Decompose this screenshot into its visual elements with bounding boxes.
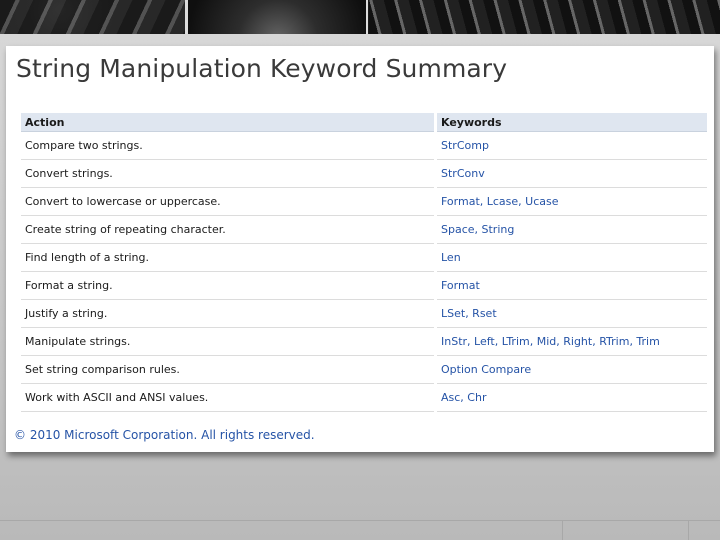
keyword-link[interactable]: Len <box>437 244 707 272</box>
footer-tick <box>562 520 563 540</box>
table-row: Format a string. Format <box>21 272 707 300</box>
keyword-link[interactable]: Format, Lcase, Ucase <box>437 188 707 216</box>
action-cell: Work with ASCII and ANSI values. <box>21 384 434 412</box>
table-row: Justify a string. LSet, Rset <box>21 300 707 328</box>
table-row: Set string comparison rules. Option Comp… <box>21 356 707 384</box>
table-row: Convert to lowercase or uppercase. Forma… <box>21 188 707 216</box>
copyright-link[interactable]: © 2010 Microsoft Corporation. All rights… <box>14 428 315 442</box>
banner-segment-1 <box>0 0 185 34</box>
banner-segment-2 <box>188 0 366 34</box>
table-header-row: Action Keywords <box>21 113 707 132</box>
keyword-link[interactable]: InStr, Left, LTrim, Mid, Right, RTrim, T… <box>437 328 707 356</box>
action-cell: Set string comparison rules. <box>21 356 434 384</box>
keyword-link[interactable]: StrConv <box>437 160 707 188</box>
footer-tick <box>688 520 689 540</box>
action-cell: Justify a string. <box>21 300 434 328</box>
keyword-link[interactable]: Option Compare <box>437 356 707 384</box>
keyword-summary-table: Action Keywords Compare two strings. Str… <box>18 113 710 412</box>
table-row: Create string of repeating character. Sp… <box>21 216 707 244</box>
action-cell: Find length of a string. <box>21 244 434 272</box>
header-banner-image <box>0 0 720 34</box>
table-row: Manipulate strings. InStr, Left, LTrim, … <box>21 328 707 356</box>
action-cell: Format a string. <box>21 272 434 300</box>
keyword-link[interactable]: Space, String <box>437 216 707 244</box>
page-title: String Manipulation Keyword Summary <box>16 54 508 83</box>
action-cell: Create string of repeating character. <box>21 216 434 244</box>
table-row: Compare two strings. StrComp <box>21 132 707 160</box>
table-row: Find length of a string. Len <box>21 244 707 272</box>
keyword-link[interactable]: StrComp <box>437 132 707 160</box>
action-cell: Convert strings. <box>21 160 434 188</box>
keyword-link[interactable]: Asc, Chr <box>437 384 707 412</box>
banner-segment-3 <box>368 0 720 34</box>
action-cell: Manipulate strings. <box>21 328 434 356</box>
action-cell: Compare two strings. <box>21 132 434 160</box>
column-header-keywords: Keywords <box>437 113 707 132</box>
footer-divider <box>0 520 720 521</box>
action-cell: Convert to lowercase or uppercase. <box>21 188 434 216</box>
screenshot-card: String Manipulation Keyword Summary Acti… <box>6 46 714 452</box>
keyword-link[interactable]: Format <box>437 272 707 300</box>
table-row: Work with ASCII and ANSI values. Asc, Ch… <box>21 384 707 412</box>
column-header-action: Action <box>21 113 434 132</box>
keyword-link[interactable]: LSet, Rset <box>437 300 707 328</box>
table-row: Convert strings. StrConv <box>21 160 707 188</box>
